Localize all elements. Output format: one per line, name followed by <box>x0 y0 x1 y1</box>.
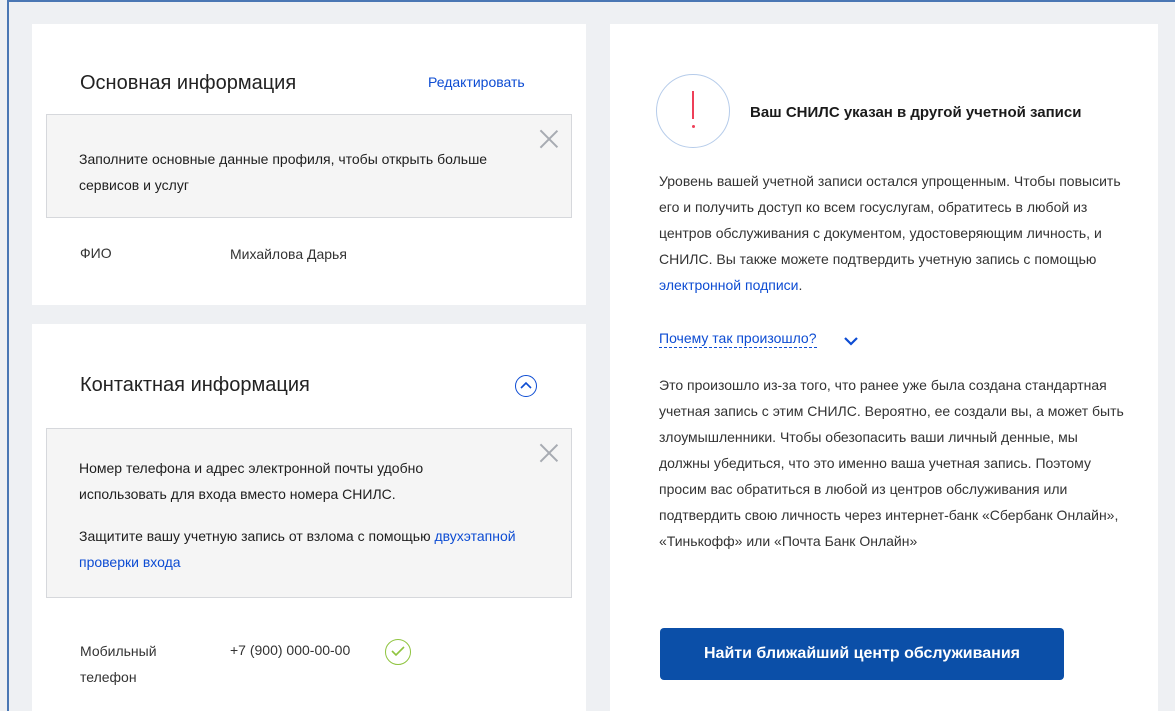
exclamation-dot <box>691 125 695 128</box>
basic-info-title: Основная информация <box>80 72 297 94</box>
paragraph1-end: . <box>798 277 803 293</box>
snils-warning-card: Ваш СНИЛС указан в другой учетной записи… <box>610 24 1158 711</box>
exclamation-bar <box>692 91 694 119</box>
basic-info-card: Основная информация Редактировать Заполн… <box>32 24 586 305</box>
exclamation-icon <box>656 74 730 148</box>
fio-label: ФИО <box>80 245 112 261</box>
chevron-up-icon[interactable] <box>515 375 537 397</box>
phone-label: Мобильный телефон <box>80 643 157 685</box>
electronic-signature-link[interactable]: электронной подписи <box>659 277 798 293</box>
paragraph1-text: Уровень вашей учетной записи остался упр… <box>659 173 1121 267</box>
contact-info-card: Контактная информация Номер телефона и а… <box>32 324 586 711</box>
snils-warning-paragraph2: Это произошло из-за того, что ранее уже … <box>659 377 1124 549</box>
contact-info-title: Контактная информация <box>80 374 310 396</box>
window-frame-top <box>7 0 1175 2</box>
why-happened-link[interactable]: Почему так произошло? <box>659 329 817 348</box>
window-frame-left <box>7 0 9 711</box>
contact-notice-line1: Номер телефона и адрес электронной почты… <box>79 460 424 502</box>
basic-info-notice: Заполните основные данные профиля, чтобы… <box>46 114 572 218</box>
chevron-down-icon[interactable] <box>844 333 858 351</box>
contact-notice-line2-prefix: Защитите вашу учетную запись от взлома с… <box>79 528 431 544</box>
fio-value: Михайлова Дарья <box>230 246 347 262</box>
contact-info-notice: Номер телефона и адрес электронной почты… <box>46 428 572 598</box>
contact-notice-line2: Защитите вашу учетную запись от взлома с… <box>79 523 519 575</box>
check-circle-icon <box>385 639 411 665</box>
snils-warning-title: Ваш СНИЛС указан в другой учетной записи <box>750 104 1082 121</box>
edit-link[interactable]: Редактировать <box>428 74 525 90</box>
find-service-center-button[interactable]: Найти ближайший центр обслуживания <box>660 628 1064 680</box>
close-icon[interactable] <box>539 443 559 463</box>
phone-value: +7 (900) 000-00-00 <box>230 642 351 658</box>
snils-warning-paragraph1: Уровень вашей учетной записи остался упр… <box>659 168 1129 298</box>
close-icon[interactable] <box>539 129 559 149</box>
basic-info-notice-text: Заполните основные данные профиля, чтобы… <box>79 151 488 193</box>
